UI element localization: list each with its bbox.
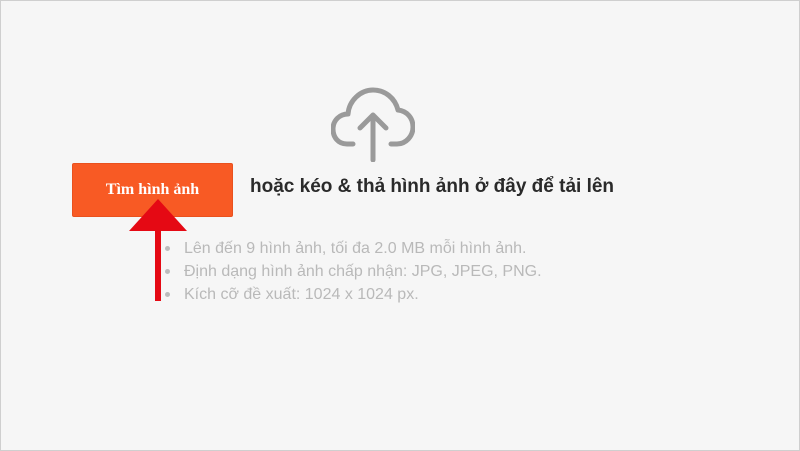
upload-dropzone[interactable]: Tìm hình ảnh hoặc kéo & thả hình ảnh ở đ… [0,0,800,451]
list-item: Kích cỡ đề xuất: 1024 x 1024 px. [165,283,542,306]
drag-drop-instruction: hoặc kéo & thả hình ảnh ở đây để tải lên [250,176,615,197]
red-arrow-icon [129,199,187,301]
hint-text: Lên đến 9 hình ảnh, tối đa 2.0 MB mỗi hì… [184,240,527,257]
list-item: Lên đến 9 hình ảnh, tối đa 2.0 MB mỗi hì… [165,237,542,260]
hint-text: Định dạng hình ảnh chấp nhận: JPG, JPEG,… [184,263,542,280]
list-item: Định dạng hình ảnh chấp nhận: JPG, JPEG,… [165,260,542,283]
upload-hints-list: Lên đến 9 hình ảnh, tối đa 2.0 MB mỗi hì… [165,237,542,306]
hint-text: Kích cỡ đề xuất: 1024 x 1024 px. [184,286,419,303]
cloud-upload-icon [331,87,415,162]
